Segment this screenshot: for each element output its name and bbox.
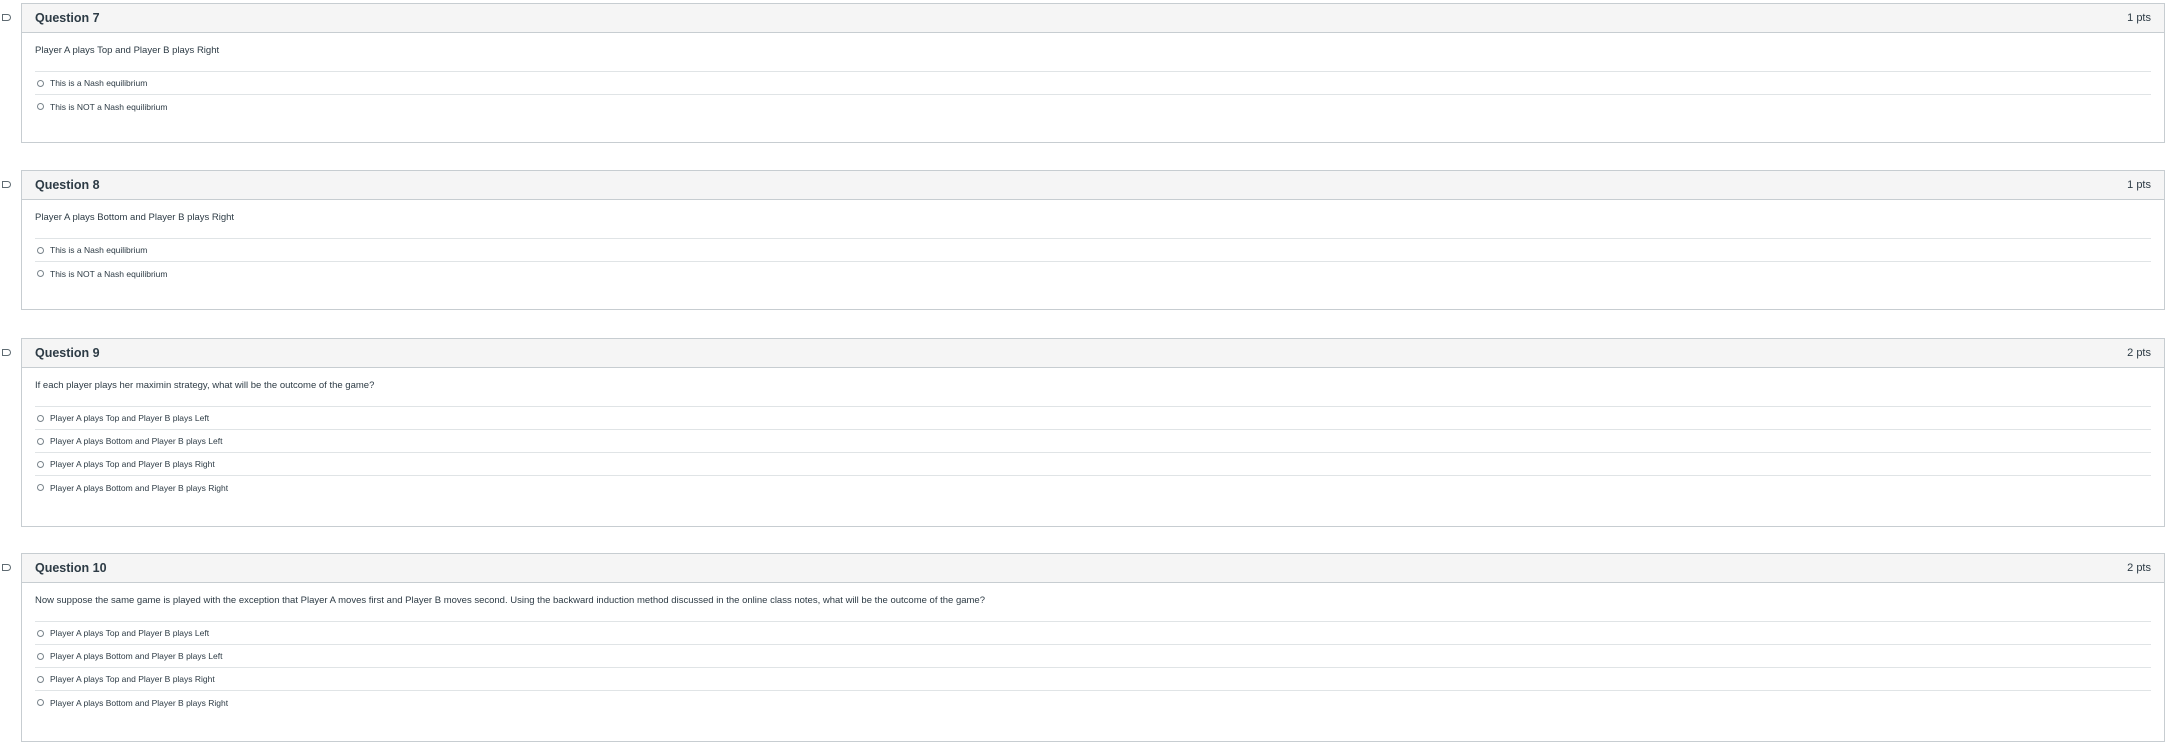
answer-label: This is NOT a Nash equilibrium: [50, 101, 168, 112]
question-7: Question 7 1 pts Player A plays Top and …: [21, 3, 2165, 143]
question-10: Question 10 2 pts Now suppose the same g…: [21, 553, 2165, 742]
question-text: Player A plays Top and Player B plays Ri…: [35, 45, 220, 56]
answer-option[interactable]: Player A plays Bottom and Player B plays…: [35, 691, 2151, 714]
answer-label: This is NOT a Nash equilibrium: [50, 268, 168, 279]
radio-button[interactable]: [37, 460, 44, 468]
question-points: 2 pts: [2127, 562, 2151, 574]
question-9: Question 9 2 pts If each player plays he…: [21, 338, 2165, 527]
radio-button[interactable]: [37, 699, 44, 706]
flag-question-icon[interactable]: [2, 564, 11, 571]
question-title: Question 10: [35, 561, 107, 575]
question-points: 1 pts: [2127, 12, 2151, 24]
question-text: If each player plays her maximin strateg…: [35, 380, 375, 391]
question-text: Now suppose the same game is played with…: [35, 595, 985, 606]
question-title: Question 8: [35, 178, 100, 192]
question-points: 1 pts: [2127, 179, 2151, 191]
radio-button[interactable]: [37, 246, 44, 254]
radio-button[interactable]: [37, 103, 44, 110]
answer-list: Player A plays Top and Player B plays Le…: [35, 406, 2151, 499]
answer-label: Player A plays Bottom and Player B plays…: [50, 482, 229, 493]
answer-option[interactable]: This is a Nash equilibrium: [35, 239, 2151, 262]
answer-label: Player A plays Top and Player B plays Ri…: [50, 459, 215, 469]
answer-option[interactable]: This is a Nash equilibrium: [35, 72, 2151, 95]
answer-label: Player A plays Bottom and Player B plays…: [50, 697, 229, 708]
radio-button[interactable]: [37, 484, 44, 491]
answer-option[interactable]: Player A plays Top and Player B plays Ri…: [35, 668, 2151, 691]
question-points: 2 pts: [2127, 347, 2151, 359]
radio-button[interactable]: [37, 652, 44, 660]
answer-label: Player A plays Top and Player B plays Ri…: [50, 674, 215, 684]
question-text: Player A plays Bottom and Player B plays…: [35, 212, 235, 223]
answer-option[interactable]: This is NOT a Nash equilibrium: [35, 262, 2151, 285]
question-header: Question 7 1 pts: [22, 4, 2164, 33]
answer-option[interactable]: Player A plays Bottom and Player B plays…: [35, 645, 2151, 668]
flag-question-icon[interactable]: [2, 14, 11, 21]
radio-button[interactable]: [37, 675, 44, 683]
answer-option[interactable]: Player A plays Top and Player B plays Ri…: [35, 453, 2151, 476]
radio-button[interactable]: [37, 270, 44, 277]
answer-list: This is a Nash equilibrium This is NOT a…: [35, 71, 2151, 118]
answer-label: Player A plays Top and Player B plays Le…: [50, 413, 210, 423]
radio-button[interactable]: [37, 79, 44, 87]
answer-label: Player A plays Bottom and Player B plays…: [50, 436, 223, 446]
radio-button[interactable]: [37, 437, 44, 445]
answer-option[interactable]: Player A plays Bottom and Player B plays…: [35, 476, 2151, 499]
flag-question-icon[interactable]: [2, 349, 11, 356]
question-header: Question 8 1 pts: [22, 171, 2164, 200]
question-header: Question 10 2 pts: [22, 554, 2164, 583]
question-title: Question 9: [35, 346, 100, 360]
answer-list: Player A plays Top and Player B plays Le…: [35, 621, 2151, 714]
answer-option[interactable]: Player A plays Top and Player B plays Le…: [35, 622, 2151, 645]
radio-button[interactable]: [37, 629, 44, 637]
question-8: Question 8 1 pts Player A plays Bottom a…: [21, 170, 2165, 310]
answer-option[interactable]: This is NOT a Nash equilibrium: [35, 95, 2151, 118]
answer-label: Player A plays Bottom and Player B plays…: [50, 651, 223, 661]
answer-list: This is a Nash equilibrium This is NOT a…: [35, 238, 2151, 285]
flag-question-icon[interactable]: [2, 181, 11, 188]
answer-label: Player A plays Top and Player B plays Le…: [50, 628, 210, 638]
question-title: Question 7: [35, 11, 100, 25]
radio-button[interactable]: [37, 414, 44, 422]
answer-option[interactable]: Player A plays Top and Player B plays Le…: [35, 407, 2151, 430]
answer-label: This is a Nash equilibrium: [50, 78, 148, 88]
answer-option[interactable]: Player A plays Bottom and Player B plays…: [35, 430, 2151, 453]
question-header: Question 9 2 pts: [22, 339, 2164, 368]
answer-label: This is a Nash equilibrium: [50, 245, 148, 255]
